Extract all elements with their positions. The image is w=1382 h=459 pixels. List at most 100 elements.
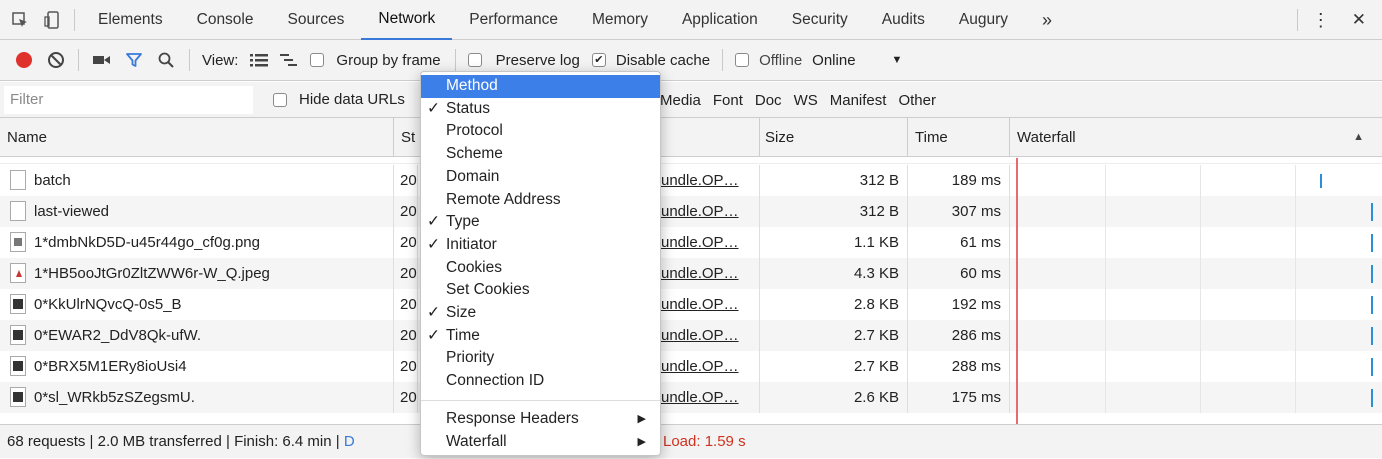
tab-sources[interactable]: Sources (271, 0, 362, 40)
menu-item-cookies[interactable]: Cookies (421, 257, 660, 280)
file-icon (10, 325, 26, 346)
waterfall-gridline (1200, 382, 1201, 413)
tab-security[interactable]: Security (775, 0, 865, 40)
table-row[interactable]: 0*EWAR2_DdV8Qk-ufW. 20 undle.OP… 2.7 KB 286 … (0, 320, 1382, 351)
tab-console[interactable]: Console (180, 0, 271, 40)
initiator-link[interactable]: undle.OP… (661, 296, 739, 313)
tab-network[interactable]: Network (361, 0, 453, 40)
menu-item-status[interactable]: ✓ Status (421, 98, 660, 121)
column-header-size[interactable]: Size (760, 118, 908, 157)
column-header-time[interactable]: Time (908, 118, 1010, 157)
initiator-cell[interactable]: undle.OP… (661, 320, 760, 351)
offline-checkbox[interactable] (735, 53, 750, 67)
type-filter-doc[interactable]: Doc (755, 92, 782, 109)
table-row[interactable]: batch 20 undle.OP… 312 B 189 ms (0, 165, 1382, 196)
clear-button[interactable] (46, 50, 66, 70)
initiator-link[interactable]: undle.OP… (661, 265, 739, 282)
menu-item-method[interactable]: Method (421, 75, 660, 98)
menu-item-label: Scheme (446, 145, 503, 163)
large-rows-button[interactable] (248, 50, 270, 70)
more-tabs-button[interactable]: » (1025, 0, 1069, 40)
overview-button[interactable] (278, 50, 300, 70)
disable-cache-checkbox[interactable]: ✔ (591, 53, 606, 67)
table-row[interactable]: 1*dmbNkD5D-u45r44go_cf0g.png 20 undle.OP… 1… (0, 227, 1382, 258)
waterfall-gridline (1295, 227, 1296, 258)
type-filter-ws[interactable]: WS (794, 92, 818, 109)
inspect-element-icon[interactable] (8, 8, 32, 32)
column-header-waterfall[interactable]: Waterfall ▲ (1010, 118, 1382, 157)
hide-data-urls-checkbox[interactable] (273, 92, 287, 107)
customize-devtools-button[interactable]: ⋮ (1298, 0, 1344, 40)
menu-item-protocol[interactable]: Protocol (421, 120, 660, 143)
menu-item-remote-address[interactable]: Remote Address (421, 189, 660, 212)
device-toolbar-icon[interactable] (40, 8, 64, 32)
initiator-cell[interactable]: undle.OP… (661, 165, 760, 196)
type-filter-font[interactable]: Font (713, 92, 743, 109)
filter-toggle-button[interactable] (123, 50, 145, 70)
initiator-link[interactable]: undle.OP… (661, 234, 739, 251)
disable-cache-label[interactable]: Disable cache (616, 52, 710, 69)
tab-memory[interactable]: Memory (575, 0, 665, 40)
request-name-cell[interactable]: 0*sl_WRkb5zSZegsmU. (0, 382, 394, 413)
request-name-cell[interactable]: 0*BRX5M1ERy8ioUsi4 (0, 351, 394, 382)
initiator-link[interactable]: undle.OP… (661, 327, 739, 344)
close-devtools-button[interactable]: ✕ (1344, 0, 1382, 40)
tab-performance[interactable]: Performance (452, 0, 575, 40)
hide-data-urls-label[interactable]: Hide data URLs (299, 91, 405, 108)
initiator-link[interactable]: undle.OP… (661, 389, 739, 406)
menu-item-size[interactable]: ✓ Size (421, 302, 660, 325)
menu-item-domain[interactable]: Domain (421, 166, 660, 189)
request-name-cell[interactable]: 1*dmbNkD5D-u45r44go_cf0g.png (0, 227, 394, 258)
initiator-link[interactable]: undle.OP… (661, 203, 739, 220)
initiator-cell[interactable]: undle.OP… (661, 196, 760, 227)
group-by-frame-checkbox[interactable] (310, 53, 325, 67)
throttling-select[interactable]: Online ▼ (812, 52, 902, 69)
tab-application[interactable]: Application (665, 0, 775, 40)
menu-item-priority[interactable]: Priority (421, 347, 660, 370)
offline-label[interactable]: Offline (759, 52, 802, 69)
table-row[interactable]: 0*sl_WRkb5zSZegsmU. 20 undle.OP… 2.6 KB 175 … (0, 382, 1382, 413)
request-name-cell[interactable]: 1*HB5ooJtGr0ZltZWW6r-W_Q.jpeg (0, 258, 394, 289)
tab-elements[interactable]: Elements (81, 0, 180, 40)
type-filter-other[interactable]: Other (898, 92, 936, 109)
request-name-cell[interactable]: 0*KkUlrNQvcQ-0s5_B (0, 289, 394, 320)
menu-item-initiator[interactable]: ✓ Initiator (421, 234, 660, 257)
group-by-frame-label[interactable]: Group by frame (336, 52, 440, 69)
menu-item-connection-id[interactable]: Connection ID (421, 370, 660, 393)
waterfall-bar (1371, 327, 1373, 345)
request-name-cell[interactable]: 0*EWAR2_DdV8Qk-ufW. (0, 320, 394, 351)
table-row[interactable]: 0*BRX5M1ERy8ioUsi4 20 undle.OP… 2.7 KB 288 m… (0, 351, 1382, 382)
preserve-log-label[interactable]: Preserve log (496, 52, 580, 69)
capture-screenshots-button[interactable] (91, 50, 113, 70)
initiator-link[interactable]: undle.OP… (661, 172, 739, 189)
type-filter-media[interactable]: Media (660, 92, 701, 109)
menu-item-type[interactable]: ✓ Type (421, 211, 660, 234)
submenu-response-headers[interactable]: Response Headers ▶ (421, 408, 660, 431)
filter-input[interactable] (4, 85, 253, 114)
search-button[interactable] (155, 50, 177, 70)
table-row[interactable]: 1*HB5ooJtGr0ZltZWW6r-W_Q.jpeg 20 undle.OP…… (0, 258, 1382, 289)
table-row[interactable]: 0*KkUlrNQvcQ-0s5_B 20 undle.OP… 2.8 KB 192 m… (0, 289, 1382, 320)
initiator-cell[interactable]: undle.OP… (661, 227, 760, 258)
initiator-cell[interactable]: undle.OP… (661, 382, 760, 413)
menu-item-label: Priority (446, 349, 495, 367)
record-button[interactable] (14, 50, 34, 70)
initiator-cell[interactable]: undle.OP… (661, 351, 760, 382)
request-name-cell[interactable]: batch (0, 165, 394, 196)
initiator-cell[interactable]: undle.OP… (661, 289, 760, 320)
tab-augury[interactable]: Augury (942, 0, 1025, 40)
request-name-cell[interactable]: last-viewed (0, 196, 394, 227)
initiator-cell[interactable]: undle.OP… (661, 258, 760, 289)
menu-item-label: Size (446, 304, 477, 321)
type-filter-manifest[interactable]: Manifest (830, 92, 887, 109)
initiator-link[interactable]: undle.OP… (661, 358, 739, 375)
submenu-waterfall[interactable]: Waterfall ▶ (421, 431, 660, 454)
menu-item-time[interactable]: ✓ Time (421, 325, 660, 348)
tab-audits[interactable]: Audits (865, 0, 942, 40)
preserve-log-checkbox[interactable] (467, 53, 482, 67)
menu-item-set-cookies[interactable]: Set Cookies (421, 279, 660, 302)
table-row[interactable]: last-viewed 20 undle.OP… 312 B 307 ms (0, 196, 1382, 227)
waterfall-cell (1010, 258, 1382, 289)
column-header-name[interactable]: Name (0, 118, 394, 157)
menu-item-scheme[interactable]: Scheme (421, 143, 660, 166)
